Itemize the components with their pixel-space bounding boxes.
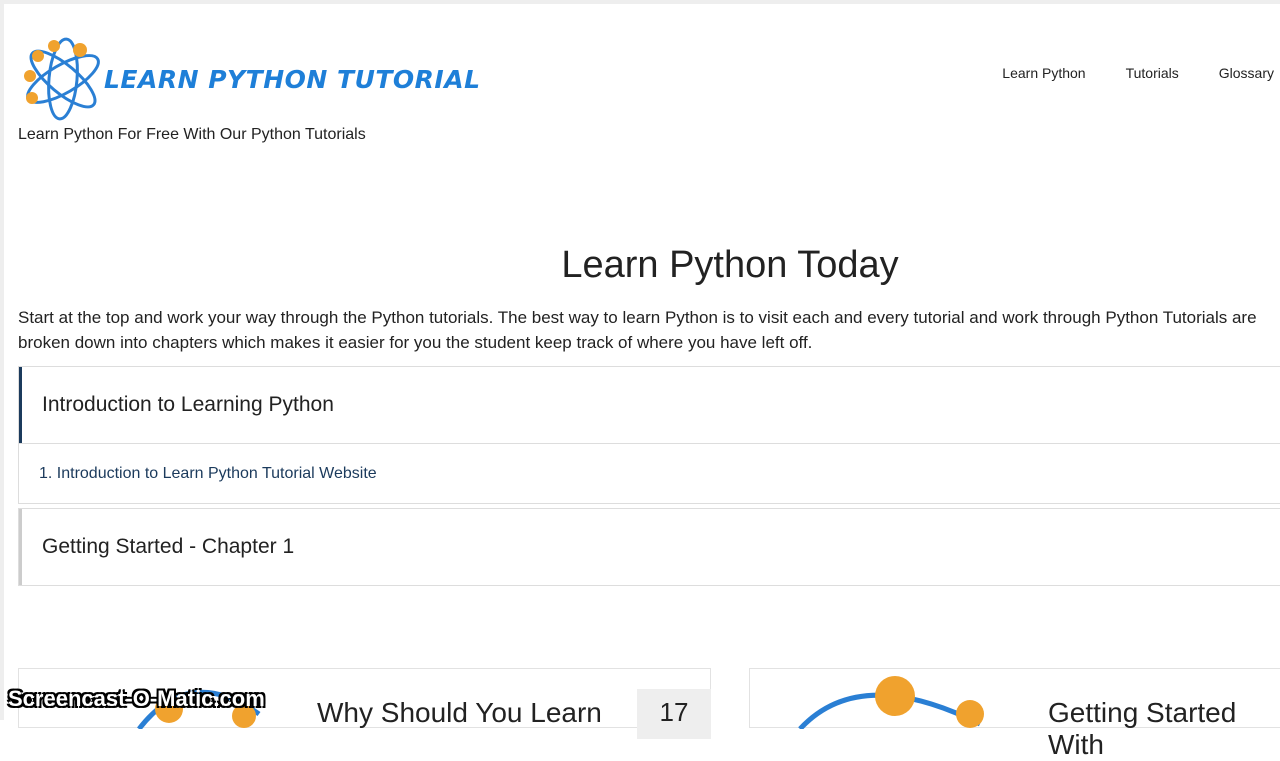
card-title: Getting Started With <box>1048 697 1237 760</box>
site-logo[interactable]: LEARN PYTHON TUTORIAL <box>18 34 481 124</box>
nav-tutorials[interactable]: Tutorials <box>1126 65 1179 81</box>
page-title: Learn Python Today <box>561 244 899 286</box>
section-getting-started: Getting Started - Chapter 1 <box>18 508 1280 586</box>
logo-text: LEARN PYTHON TUTORIAL <box>104 64 481 94</box>
atom-logo-icon <box>24 37 100 121</box>
intro-text: Start at the top and work your way throu… <box>18 305 1274 355</box>
count-badge: 17 <box>637 689 711 739</box>
nav-glossary[interactable]: Glossary <box>1219 65 1274 81</box>
nav-learn-python[interactable]: Learn Python <box>1002 65 1085 81</box>
main-nav: Learn Python Tutorials Glossary <box>1002 65 1274 81</box>
atom-logo-icon <box>798 676 984 729</box>
card-getting-started[interactable]: Getting Started With <box>749 668 1280 760</box>
section-header[interactable]: Introduction to Learning Python <box>19 367 1280 443</box>
tutorial-link[interactable]: 1. Introduction to Learn Python Tutorial… <box>19 443 1280 503</box>
section-intro: Introduction to Learning Python 1. Intro… <box>18 366 1280 504</box>
watermark: Screencast-O-Matic.com <box>8 686 265 711</box>
card-title: Why Should You Learn <box>317 697 602 728</box>
intro-line-1: Start at the top and work your way throu… <box>18 308 1101 327</box>
section-header[interactable]: Getting Started - Chapter 1 <box>19 509 1280 585</box>
site-tagline: Learn Python For Free With Our Python Tu… <box>18 126 366 143</box>
